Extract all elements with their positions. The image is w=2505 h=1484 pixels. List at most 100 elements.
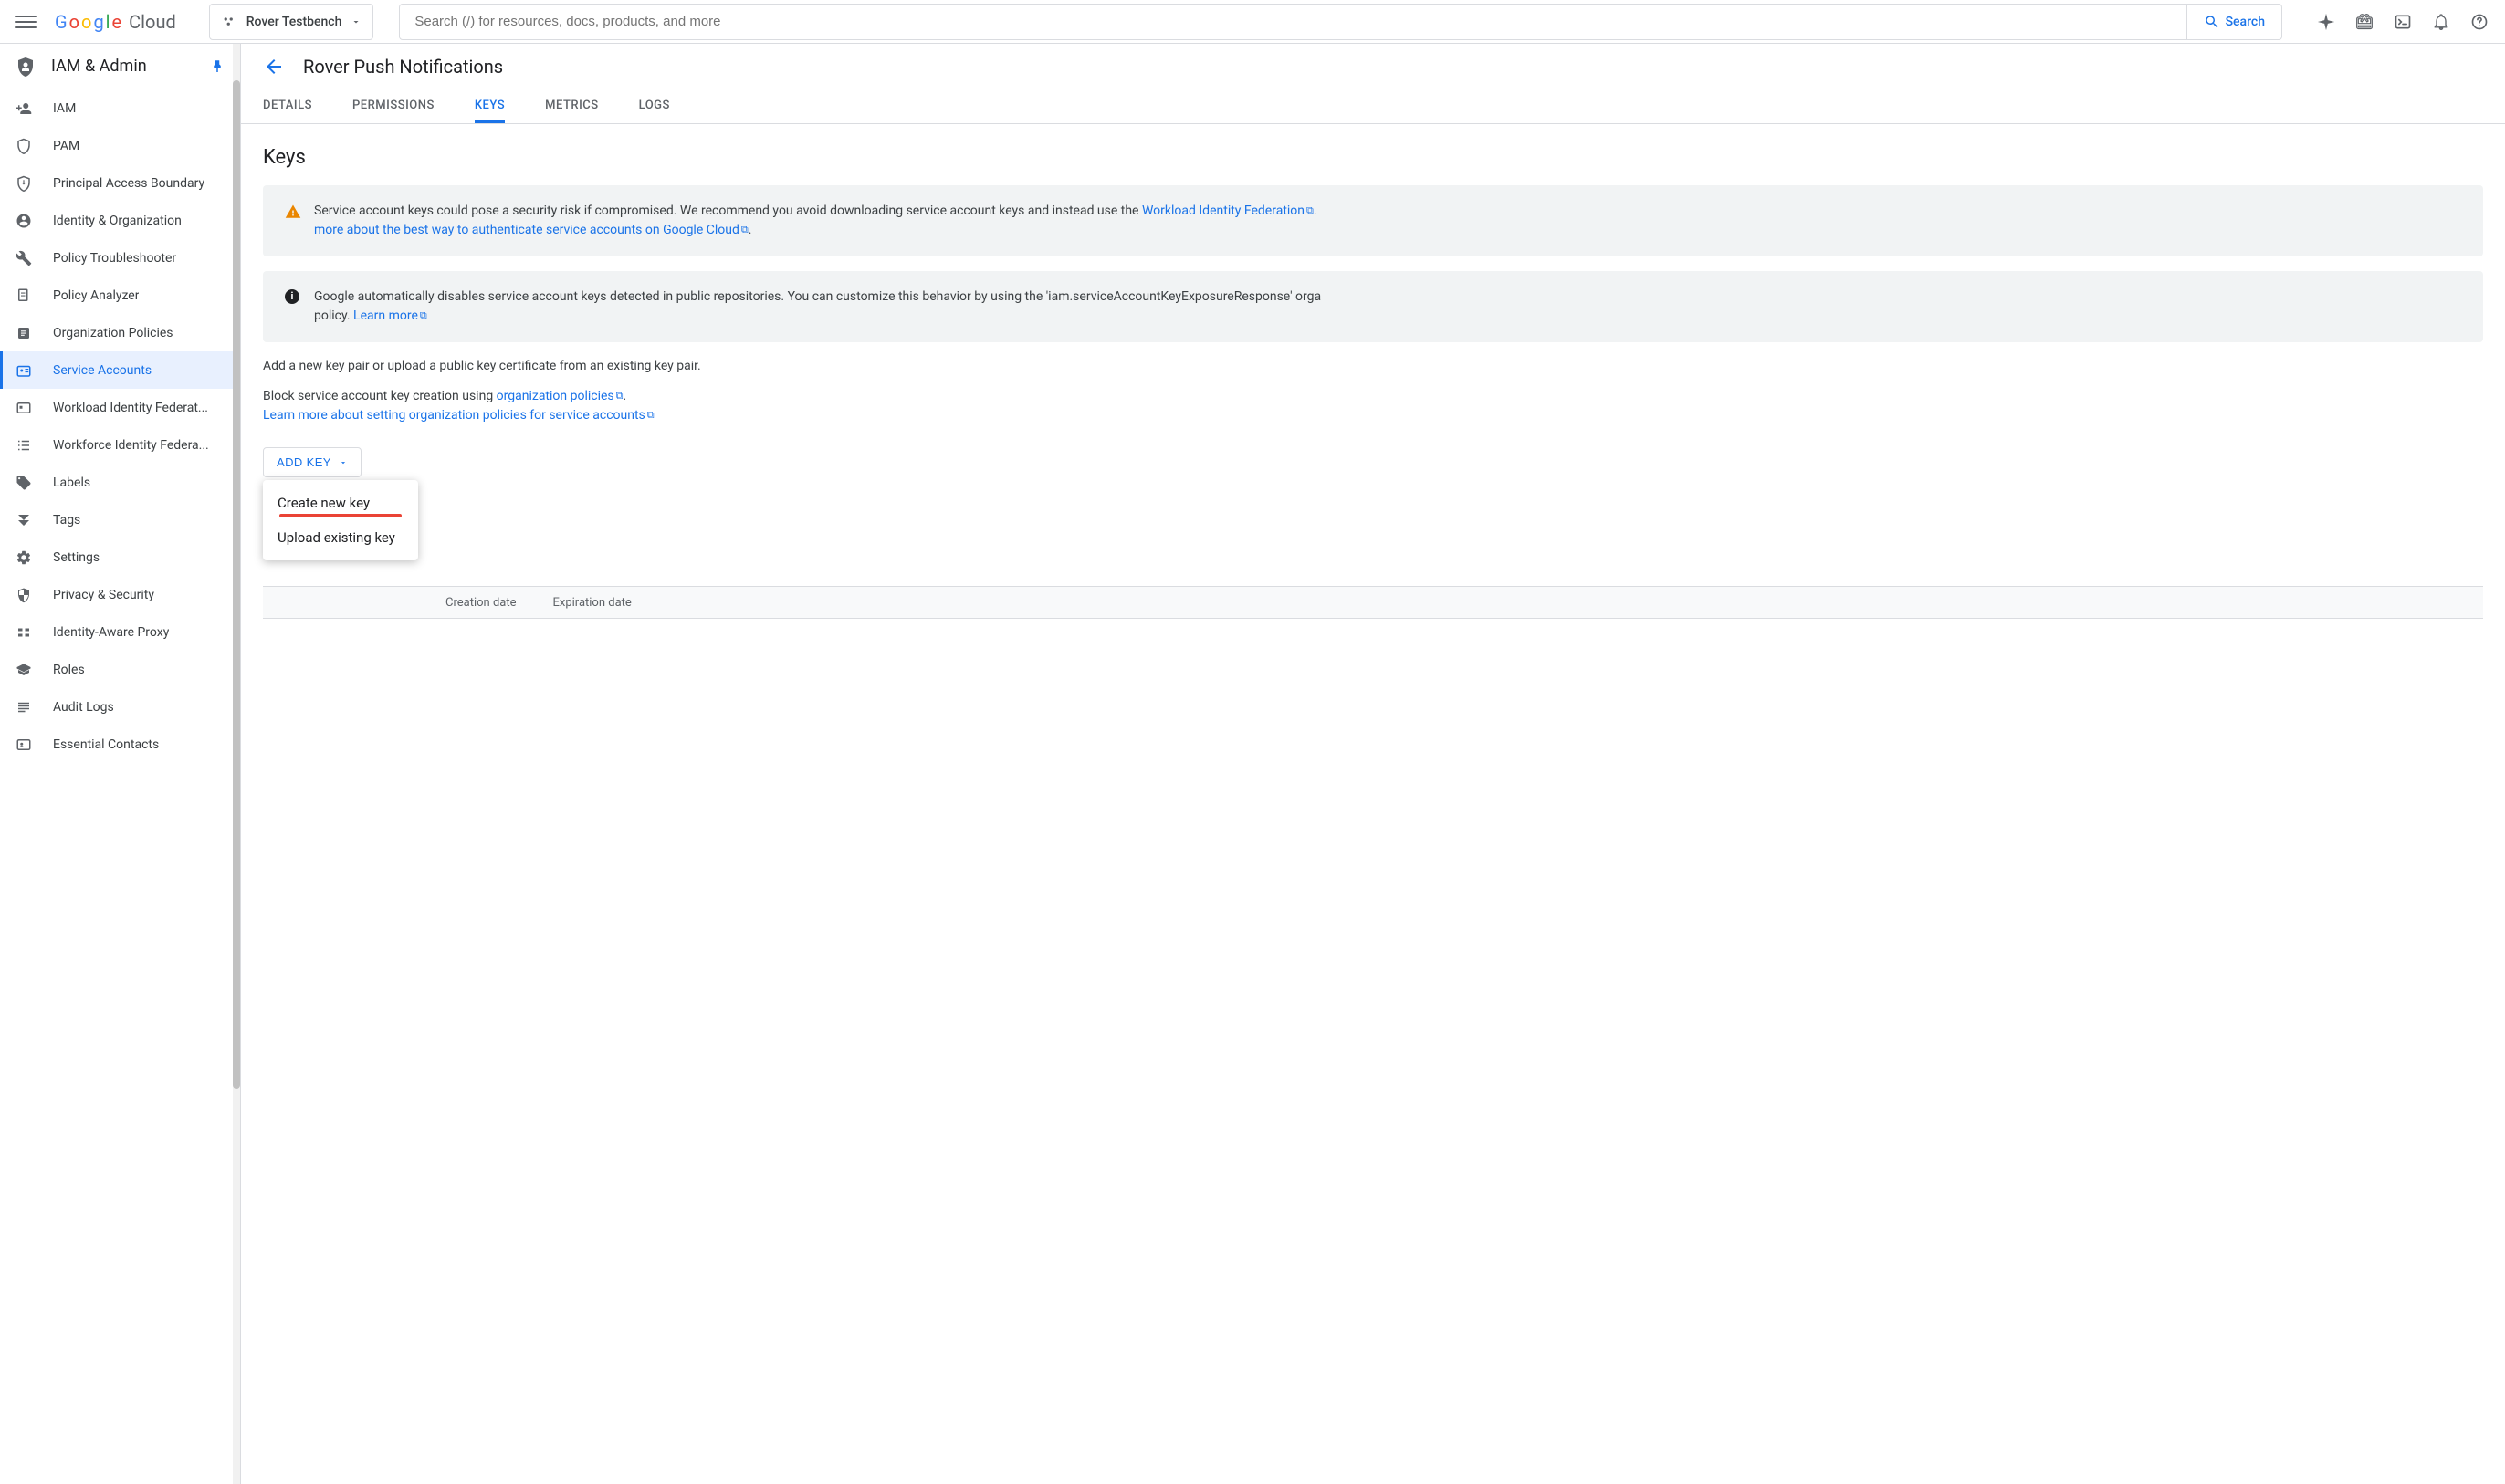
- tab-permissions[interactable]: PERMISSIONS: [352, 89, 435, 123]
- learn-more-org-policies-link[interactable]: Learn more about setting organization po…: [263, 408, 655, 423]
- block-text-2: .: [624, 389, 627, 403]
- shield-half-icon: [15, 586, 33, 604]
- sidebar-item-workforce-identity-federa[interactable]: Workforce Identity Federa...: [0, 426, 233, 464]
- col-expiration-date: Expiration date: [553, 596, 632, 610]
- info-circle-icon: i: [285, 289, 299, 304]
- contact-card-icon: [15, 736, 33, 754]
- search-button[interactable]: Search: [2186, 5, 2281, 39]
- header-icons: [2315, 11, 2490, 33]
- main-area: Rover Push Notifications DETAILS PERMISSI…: [241, 44, 2505, 1484]
- external-link-icon: ⧉: [420, 309, 427, 321]
- main-header: Rover Push Notifications: [241, 44, 2505, 89]
- col-creation-date: Creation date: [445, 596, 517, 610]
- add-key-label: ADD KEY: [277, 455, 331, 469]
- google-cloud-logo[interactable]: Google Cloud: [55, 11, 176, 33]
- block-key-text: Block service account key creation using…: [263, 387, 2483, 425]
- sidebar-item-pam[interactable]: PAM: [0, 127, 233, 164]
- tabs-row: DETAILS PERMISSIONS KEYS METRICS LOGS: [241, 89, 2505, 124]
- sidebar-item-policy-troubleshooter[interactable]: Policy Troubleshooter: [0, 239, 233, 277]
- sidebar-scrollbar[interactable]: [233, 44, 240, 1484]
- sidebar-item-labels[interactable]: Labels: [0, 464, 233, 501]
- list-lines-icon: [15, 436, 33, 455]
- cloud-shell-icon[interactable]: [2392, 11, 2414, 33]
- tab-details[interactable]: DETAILS: [263, 89, 312, 123]
- back-arrow-icon[interactable]: [263, 56, 285, 78]
- gift-icon[interactable]: [2353, 11, 2375, 33]
- external-link-icon: ⧉: [1306, 204, 1314, 216]
- tab-logs[interactable]: LOGS: [639, 89, 670, 123]
- iam-shield-icon: [15, 56, 37, 78]
- notifications-bell-icon[interactable]: [2430, 11, 2452, 33]
- warning-text-3: .: [749, 223, 752, 237]
- sidebar-item-identity-organization[interactable]: Identity & Organization: [0, 202, 233, 239]
- sidebar-item-label: Policy Troubleshooter: [53, 251, 176, 266]
- hat-icon: [15, 661, 33, 679]
- sidebar-item-settings[interactable]: Settings: [0, 538, 233, 576]
- sidebar-item-iam[interactable]: IAM: [0, 89, 233, 127]
- warning-banner: Service account keys could pose a securi…: [263, 185, 2483, 256]
- sidebar-item-privacy-security[interactable]: Privacy & Security: [0, 576, 233, 613]
- sidebar-item-organization-policies[interactable]: Organization Policies: [0, 314, 233, 351]
- sidebar-item-label: Settings: [53, 550, 100, 565]
- shield-arrow-icon: [15, 174, 33, 193]
- learn-more-link[interactable]: Learn more⧉: [353, 308, 427, 323]
- sidebar-item-label: Roles: [53, 663, 85, 677]
- add-key-description: Add a new key pair or upload a public ke…: [263, 357, 2483, 376]
- person-add-icon: [15, 99, 33, 118]
- sidebar-item-label: Service Accounts: [53, 363, 152, 378]
- tab-keys[interactable]: KEYS: [475, 89, 505, 123]
- account-circle-icon: [15, 212, 33, 230]
- sidebar-item-label: Privacy & Security: [53, 588, 154, 602]
- sidebar-item-label: PAM: [53, 139, 79, 153]
- create-new-key-item[interactable]: Create new key: [263, 486, 418, 520]
- sidebar-item-roles[interactable]: Roles: [0, 651, 233, 688]
- sidebar-item-service-accounts[interactable]: Service Accounts: [0, 351, 233, 389]
- sidebar-items[interactable]: IAM PAM Principal Access Boundary Identity …: [0, 89, 240, 1484]
- sidebar-item-workload-identity-federat[interactable]: Workload Identity Federat...: [0, 389, 233, 426]
- sidebar-scroll-thumb[interactable]: [233, 80, 240, 1089]
- search-button-label: Search: [2226, 15, 2265, 29]
- sidebar-item-policy-analyzer[interactable]: Policy Analyzer: [0, 277, 233, 314]
- project-name: Rover Testbench: [246, 15, 342, 29]
- gemini-sparkle-icon[interactable]: [2315, 11, 2337, 33]
- info-text-2: policy.: [314, 308, 353, 323]
- sidebar-item-label: Audit Logs: [53, 700, 114, 715]
- content: Keys Service account keys could pose a s…: [241, 124, 2505, 1484]
- keys-heading: Keys: [263, 146, 2483, 169]
- org-policies-link[interactable]: organization policies⧉: [497, 389, 624, 403]
- info-banner: i Google automatically disables service …: [263, 271, 2483, 342]
- sidebar-item-audit-logs[interactable]: Audit Logs: [0, 688, 233, 726]
- external-link-icon: ⧉: [647, 409, 655, 421]
- bookmark-icon: [15, 511, 33, 529]
- doc-search-icon: [15, 287, 33, 305]
- sidebar-item-principal-access-boundary[interactable]: Principal Access Boundary: [0, 164, 233, 202]
- project-dots-icon: [221, 14, 237, 30]
- external-link-icon: ⧉: [741, 224, 749, 235]
- block-text-1: Block service account key creation using: [263, 389, 497, 403]
- search-bar: Search: [399, 4, 2282, 40]
- hamburger-menu-icon[interactable]: [15, 11, 37, 33]
- logo-cloud-text: Cloud: [129, 11, 176, 33]
- lines-icon: [15, 698, 33, 716]
- warning-triangle-icon: [285, 204, 301, 220]
- help-icon[interactable]: [2468, 11, 2490, 33]
- upload-existing-key-item[interactable]: Upload existing key: [263, 520, 418, 555]
- warning-text-2: .: [1314, 204, 1317, 218]
- add-key-button[interactable]: ADD KEY: [263, 447, 362, 477]
- sidebar: IAM & Admin IAM PAM Principal Access Bound…: [0, 44, 241, 1484]
- id-card-icon: [15, 399, 33, 417]
- workload-identity-link[interactable]: Workload Identity Federation⧉: [1142, 204, 1314, 218]
- search-input[interactable]: [400, 14, 2185, 29]
- sidebar-header: IAM & Admin: [0, 44, 240, 89]
- sidebar-item-essential-contacts[interactable]: Essential Contacts: [0, 726, 233, 763]
- pin-icon[interactable]: [209, 58, 225, 75]
- sidebar-item-label: Identity-Aware Proxy: [53, 625, 169, 640]
- auth-best-way-link[interactable]: more about the best way to authenticate …: [314, 223, 749, 237]
- project-selector[interactable]: Rover Testbench: [209, 4, 374, 40]
- warning-text-1: Service account keys could pose a securi…: [314, 204, 1142, 218]
- sidebar-item-label: Principal Access Boundary: [53, 176, 204, 191]
- sidebar-item-identity-aware-proxy[interactable]: Identity-Aware Proxy: [0, 613, 233, 651]
- tab-metrics[interactable]: METRICS: [545, 89, 598, 123]
- sidebar-item-tags[interactable]: Tags: [0, 501, 233, 538]
- sidebar-item-label: IAM: [53, 101, 76, 116]
